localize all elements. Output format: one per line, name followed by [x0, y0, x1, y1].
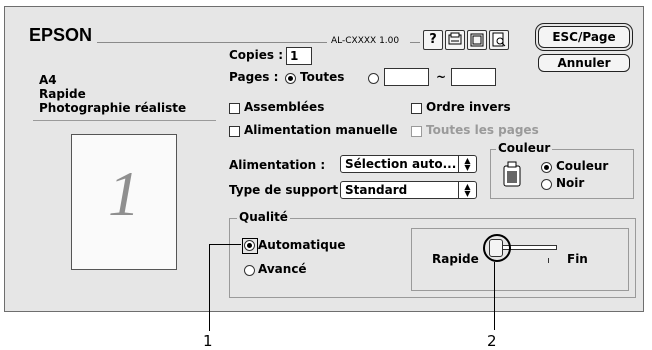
header-divider-right [410, 42, 420, 43]
help-icon[interactable]: ? [423, 30, 443, 50]
callout-1-hline [209, 244, 241, 245]
reverse-checkbox[interactable] [411, 103, 422, 114]
media-type-select[interactable]: Standard ▲ ▼ [340, 181, 477, 199]
pages-all-label: Toutes [300, 70, 345, 84]
all-pages-checkbox [411, 126, 422, 137]
media-type-value: Standard [345, 183, 408, 197]
pages-range-radio[interactable] [368, 73, 379, 84]
pages-from-input[interactable] [384, 68, 429, 86]
ink-cartridge-icon [501, 160, 523, 191]
pages-to-input[interactable] [451, 68, 496, 86]
source-select[interactable]: Sélection auto... ▲ ▼ [340, 155, 477, 173]
pages-range-separator: ~ [436, 70, 447, 84]
copies-input[interactable]: 1 [286, 47, 312, 65]
model-version: AL-CXXXX 1.00 [331, 36, 400, 46]
print-dialog: EPSON AL-CXXXX 1.00 ? ESC/Page Annuler A… [4, 6, 644, 312]
summary-paper: A4 [39, 73, 57, 87]
source-value: Sélection auto... [345, 157, 457, 171]
quality-auto-label: Automatique [258, 238, 346, 252]
page-preview: 1 [71, 134, 177, 270]
printer-settings-icon[interactable] [445, 30, 465, 50]
callout-1-line [209, 244, 210, 331]
callout-2-line [494, 262, 495, 330]
mono-label: Noir [556, 176, 585, 190]
popup-arrows-icon: ▲ ▼ [458, 156, 476, 172]
source-label: Alimentation : [229, 158, 326, 172]
quality-auto-radio[interactable] [244, 240, 255, 251]
quality-advanced-label: Avancé [258, 262, 307, 276]
pages-label: Pages : [229, 70, 279, 84]
slider-callout-circle [483, 234, 511, 262]
esc-page-button[interactable]: ESC/Page [538, 26, 630, 48]
color-label: Couleur [556, 159, 609, 173]
callout-2-number: 2 [487, 332, 497, 350]
mono-radio[interactable] [541, 179, 552, 190]
manual-feed-checkbox[interactable] [229, 126, 240, 137]
pages-all-radio[interactable] [285, 73, 296, 84]
layout-icon[interactable] [467, 30, 487, 50]
brand-logo: EPSON [29, 25, 93, 45]
summary-divider [33, 120, 216, 121]
cancel-button[interactable]: Annuler [538, 54, 630, 72]
reverse-label: Ordre invers [426, 100, 511, 114]
page-number: 1 [108, 158, 140, 229]
color-group-title: Couleur [496, 141, 553, 155]
summary-media: Photographie réaliste [39, 101, 187, 115]
popup-arrows-icon: ▲ ▼ [458, 182, 476, 198]
callout-1-number: 1 [203, 332, 213, 350]
all-pages-label: Toutes les pages [426, 123, 539, 137]
preview-icon[interactable] [489, 30, 509, 50]
media-type-label: Type de support : [229, 183, 348, 197]
slider-right-label: Fin [567, 252, 588, 266]
collate-label: Assemblées [244, 100, 325, 114]
quality-group-title: Qualité [237, 210, 290, 224]
manual-feed-label: Alimentation manuelle [244, 123, 398, 137]
collate-checkbox[interactable] [229, 103, 240, 114]
summary-speed: Rapide [39, 87, 86, 101]
copies-label: Copies : [229, 48, 284, 62]
slider-left-label: Rapide [432, 252, 479, 266]
color-radio[interactable] [541, 162, 552, 173]
quality-advanced-radio[interactable] [244, 265, 255, 276]
slider-tick [548, 258, 549, 263]
header-divider [97, 42, 327, 43]
